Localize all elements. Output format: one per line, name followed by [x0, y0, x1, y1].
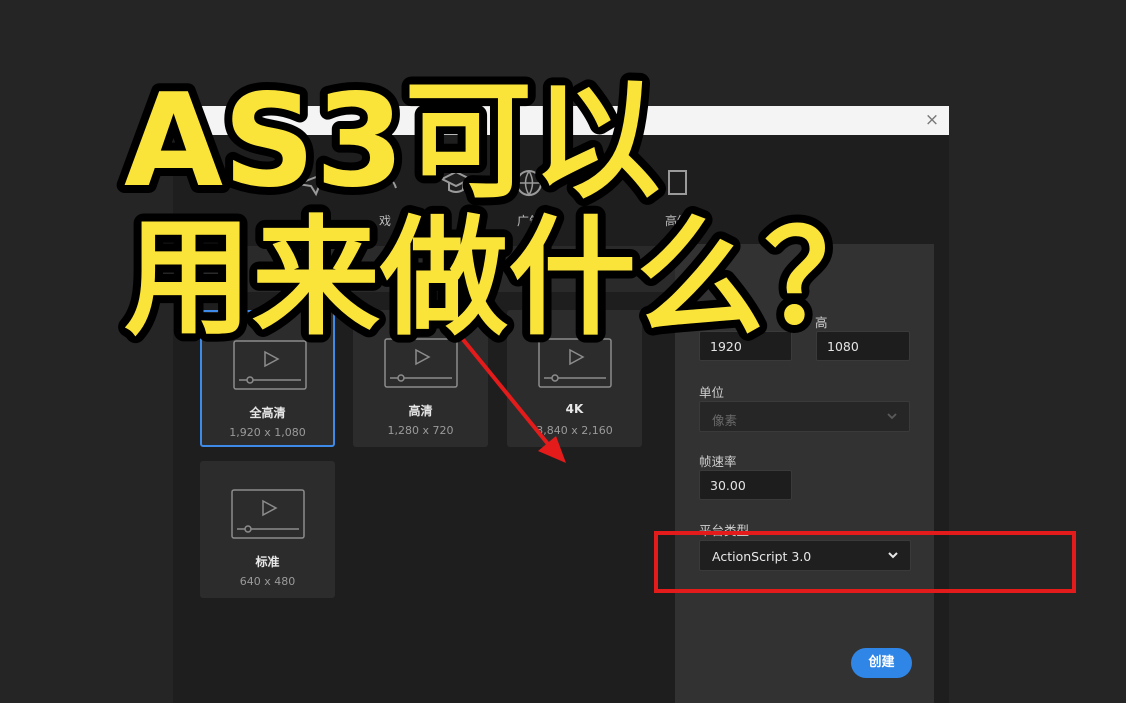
close-icon[interactable]: ×: [921, 109, 943, 131]
preset-full-hd[interactable]: 全高清 1,920 x 1,080: [200, 310, 335, 447]
person-icon: [223, 170, 239, 186]
dialog-titlebar: ×: [173, 106, 949, 135]
preset-hd[interactable]: 高清 1,280 x 720: [353, 310, 488, 447]
height-label: 高: [815, 315, 828, 330]
video-thumbnail-icon: [384, 338, 458, 388]
video-thumbnail-icon: [231, 489, 305, 539]
tab-game[interactable]: 戏: [345, 166, 425, 229]
preset-size: 3,840 x 2,160: [536, 424, 613, 437]
height-input[interactable]: 1080: [816, 331, 910, 361]
graduation-cap-icon: [439, 170, 473, 193]
preset-name: 高清: [408, 404, 433, 418]
paper-plane-icon: [294, 172, 326, 197]
globe-icon: [516, 170, 542, 197]
document-icon: [668, 170, 687, 195]
tab-ads[interactable]: 广告: [489, 166, 569, 229]
tab-education[interactable]: [416, 166, 496, 212]
fps-input[interactable]: 30.00: [699, 470, 792, 500]
preset-header-band: [173, 246, 683, 292]
tab-label: 高级: [664, 214, 689, 228]
tab-label: 广告: [516, 214, 541, 228]
tab-social[interactable]: [271, 166, 351, 212]
details-panel: 高 1920 1080 单位 像素 帧速率 30.00 平台类型 ActionS…: [675, 244, 934, 703]
chevron-down-icon: [887, 413, 897, 420]
unit-select[interactable]: 像素: [699, 401, 910, 432]
preset-name: 标准: [255, 555, 280, 569]
tab-label: 戏: [378, 214, 391, 228]
preset-size: 1,280 x 720: [387, 424, 454, 437]
preset-size: 640 x 480: [239, 575, 296, 588]
fps-label: 帧速率: [699, 454, 737, 469]
preset-name: 4K: [565, 402, 584, 416]
video-thumbnail-icon: [538, 338, 612, 388]
preset-name: 全高清: [249, 406, 286, 420]
tab-character[interactable]: [191, 166, 271, 212]
new-document-dialog: × 戏 广告 高级 全高清 1,920 x 1,080 高清 1,280 x 7…: [173, 106, 949, 703]
game-icon: [373, 178, 397, 189]
highlight-box: [654, 531, 1076, 593]
unit-value: 像素: [712, 413, 738, 428]
width-input[interactable]: 1920: [699, 331, 792, 361]
preset-size: 1,920 x 1,080: [229, 426, 306, 439]
tab-advanced[interactable]: 高级: [637, 166, 717, 229]
preset-standard[interactable]: 标准 640 x 480: [200, 461, 335, 598]
create-button[interactable]: 创建: [851, 648, 912, 678]
category-tabs: 戏 广告 高级: [173, 166, 949, 236]
unit-label: 单位: [699, 385, 725, 400]
video-thumbnail-icon: [233, 340, 307, 390]
preset-4k[interactable]: 4K 3,840 x 2,160: [507, 310, 642, 447]
